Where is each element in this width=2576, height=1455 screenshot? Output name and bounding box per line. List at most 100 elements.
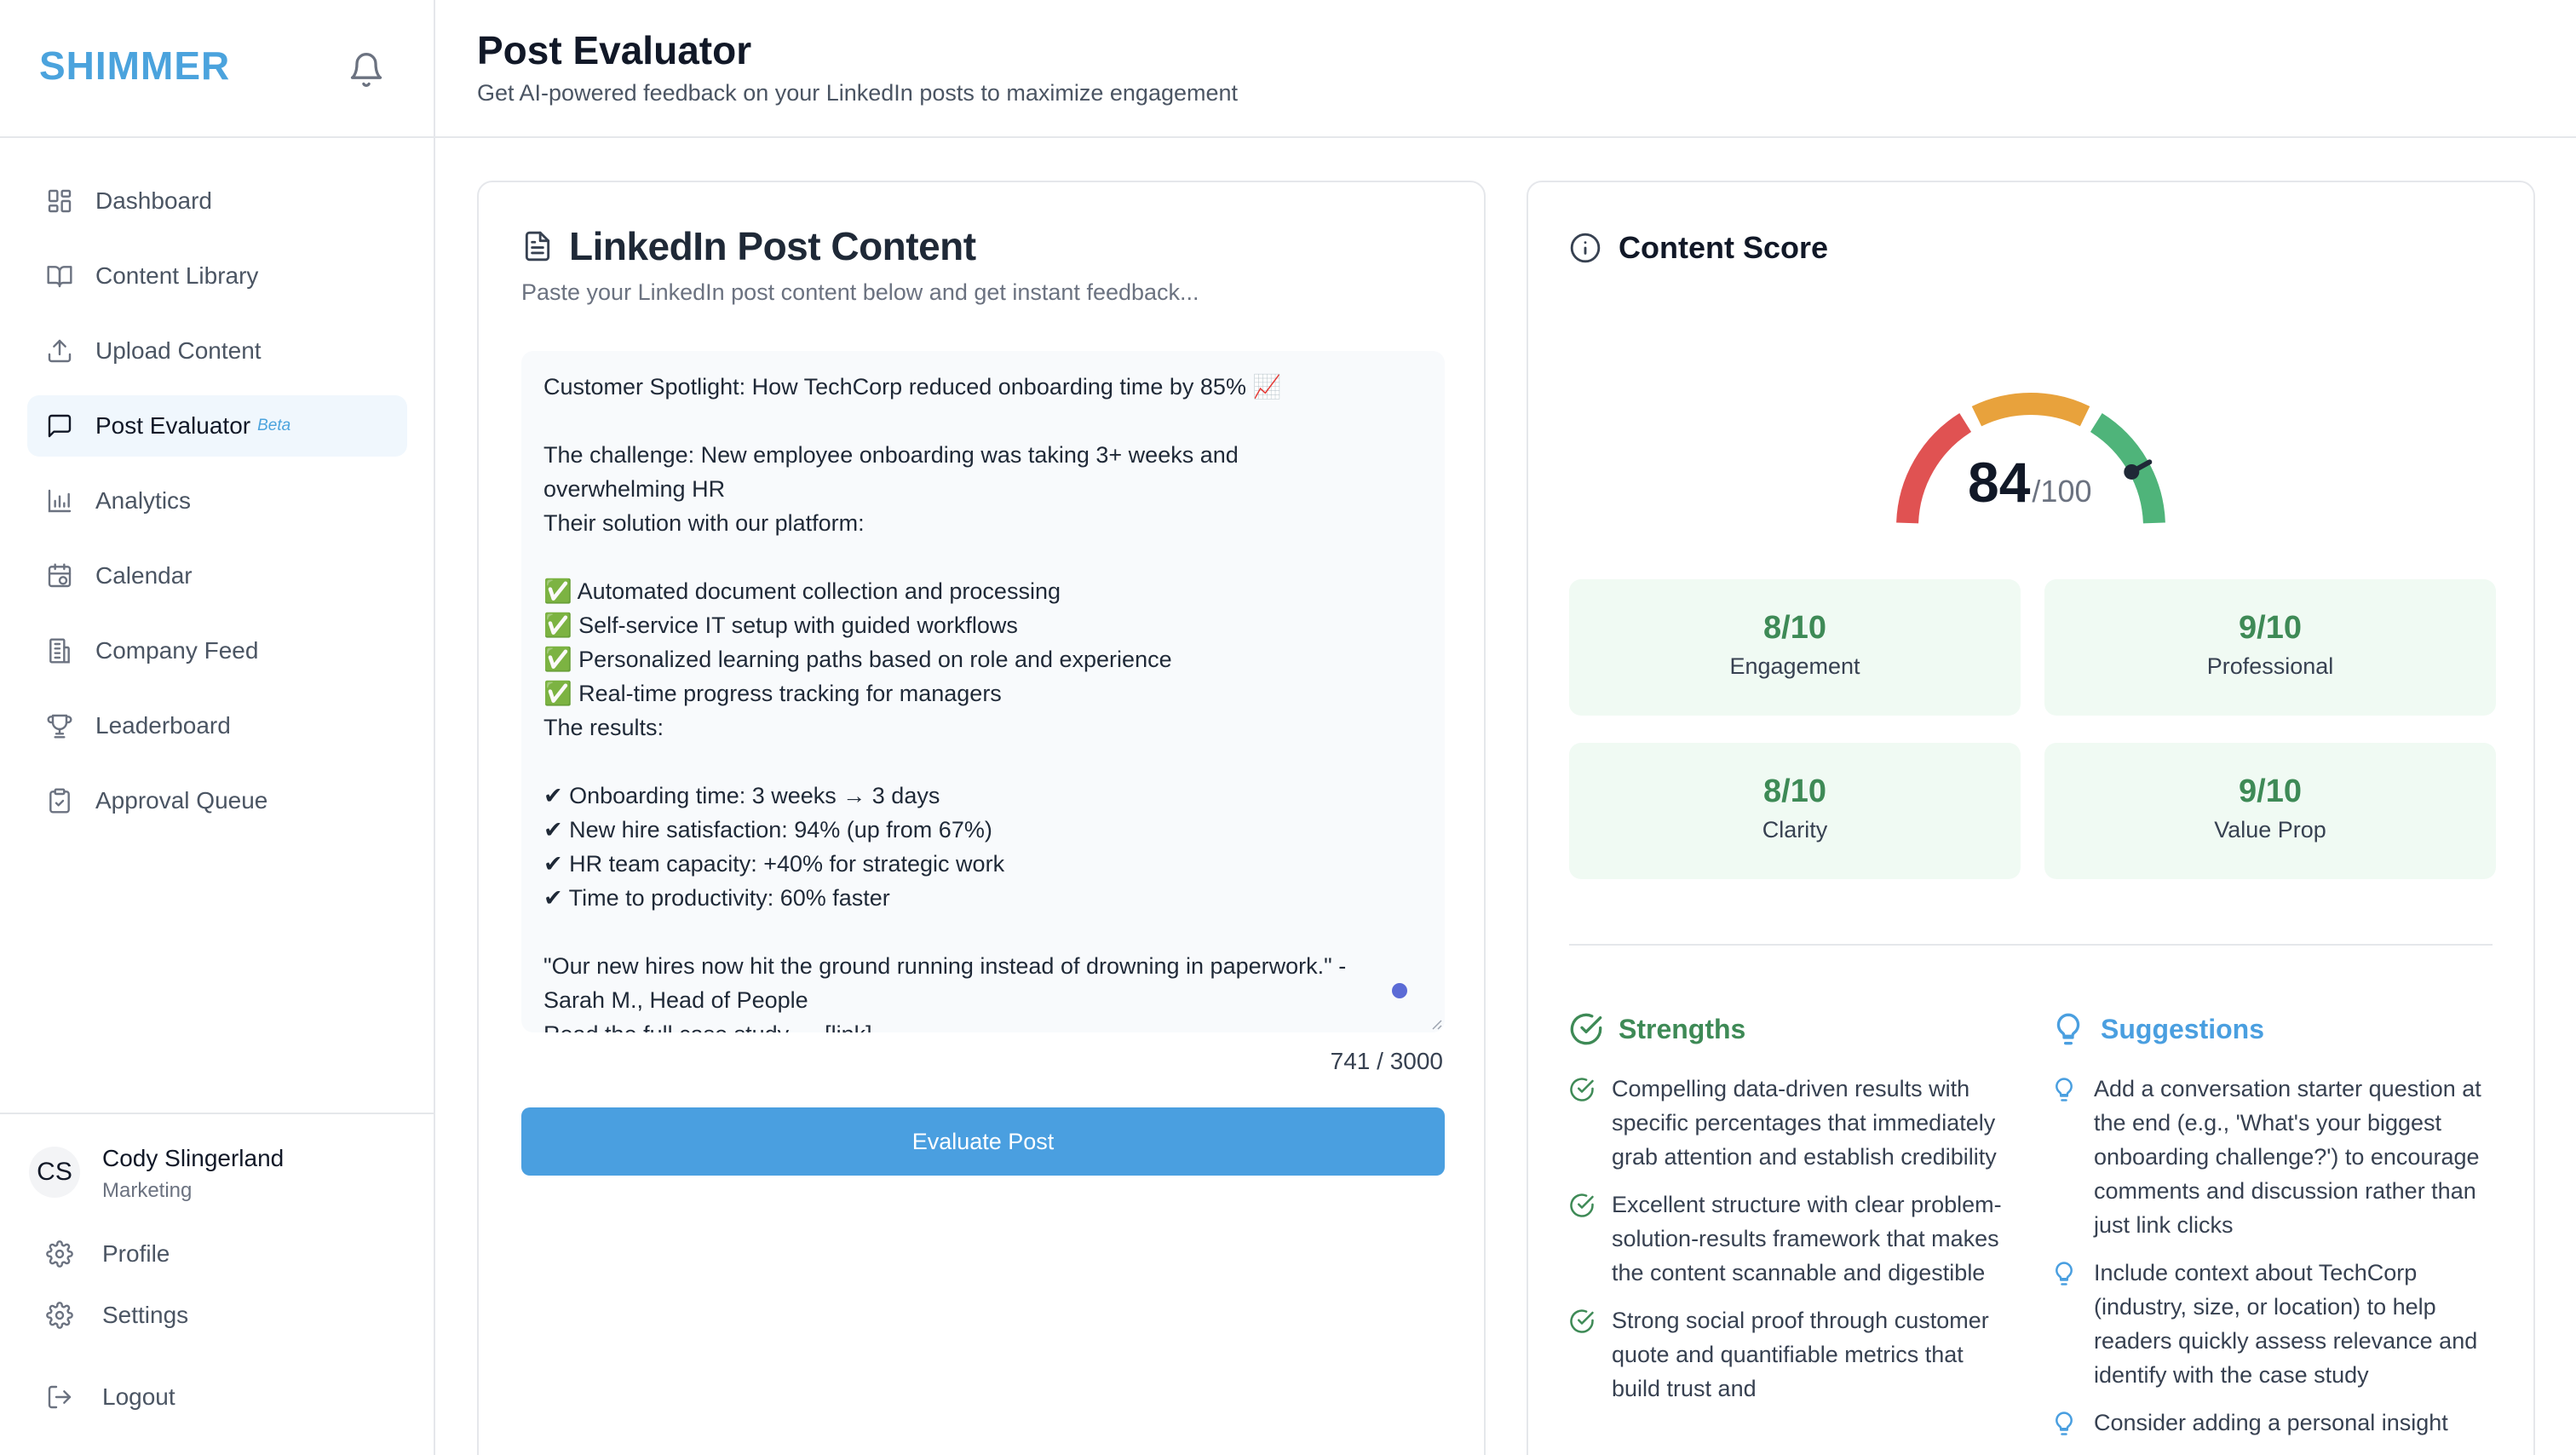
post-text-line: ✅ Real-time progress tracking for manage… <box>543 681 1002 706</box>
sidebar-item-upload-content[interactable]: Upload Content <box>27 320 407 382</box>
list-item-text: Add a conversation starter question at t… <box>2094 1076 2481 1238</box>
post-textarea[interactable]: Customer Spotlight: How TechCorp reduced… <box>521 351 1445 1032</box>
list-item: Excellent structure with clear problem-s… <box>1569 1188 2012 1290</box>
strengths-heading: Strengths <box>1569 1012 1745 1046</box>
post-content-card: LinkedIn Post Content Paste your LinkedI… <box>477 181 1486 1455</box>
avatar[interactable]: CS <box>29 1147 80 1198</box>
content-score-card: Content Score 84 /100 8/10 Engagement 9/… <box>1527 181 2535 1455</box>
lightbulb-icon <box>2056 1262 2073 1285</box>
post-card-title-text: LinkedIn Post Content <box>569 224 976 268</box>
list-item-text: Compelling data-driven results with spec… <box>1612 1076 1997 1170</box>
page-subtitle: Get AI-powered feedback on your LinkedIn… <box>477 80 1239 106</box>
sidebar-item-leaderboard[interactable]: Leaderboard <box>27 695 407 756</box>
page-header: Post Evaluator Get AI-powered feedback o… <box>435 0 2576 138</box>
resize-handle-icon[interactable] <box>1429 1017 1443 1031</box>
metric-professional: 9/10 Professional <box>2044 579 2496 716</box>
calendar-icon <box>48 563 72 588</box>
gear-icon <box>46 1302 73 1329</box>
post-text-line <box>543 540 1423 574</box>
metric-label: Value Prop <box>2214 817 2326 843</box>
post-card-title: LinkedIn Post Content <box>521 223 976 269</box>
check-circle-icon <box>1570 1013 1602 1045</box>
sidebar-item-label: Post Evaluator <box>95 412 251 439</box>
building-icon <box>49 638 70 664</box>
score-max: /100 <box>2032 474 2092 509</box>
metric-value-prop: 9/10 Value Prop <box>2044 743 2496 879</box>
post-text-line: "Our new hires now hit the ground runnin… <box>543 953 1347 979</box>
grammar-assistant-icon[interactable] <box>1392 983 1407 998</box>
sidebar-item-post-evaluator[interactable]: Post Evaluator Beta <box>27 395 407 457</box>
upload-icon <box>48 339 72 363</box>
settings-link[interactable]: Settings <box>46 1302 188 1329</box>
divider <box>1569 944 2493 946</box>
sidebar-item-dashboard[interactable]: Dashboard <box>27 170 407 232</box>
gauge-arc-mid <box>1971 393 2090 427</box>
message-icon <box>48 414 72 438</box>
post-text-line: ✅ Self-service IT setup with guided work… <box>543 612 1018 638</box>
clipboard-icon <box>49 788 70 814</box>
check-circle-icon <box>1570 1078 1594 1101</box>
bell-icon[interactable] <box>348 51 385 89</box>
book-icon <box>47 266 72 288</box>
gear-icon <box>46 1240 73 1268</box>
sidebar-nav: Dashboard Content Library Upload Content… <box>27 170 407 845</box>
user-block: CS Cody Slingerland Marketing Profile Se… <box>0 1113 434 1455</box>
list-item: Include context about TechCorp (industry… <box>2051 1256 2494 1392</box>
post-card-subtitle: Paste your LinkedIn post content below a… <box>521 279 1199 305</box>
lightbulb-icon <box>2056 1412 2073 1435</box>
list-item-text: Excellent structure with clear problem-s… <box>1612 1192 2002 1285</box>
strengths-list: Compelling data-driven results with spec… <box>1569 1072 2012 1419</box>
metric-label: Clarity <box>1762 817 1828 843</box>
list-item: Add a conversation starter question at t… <box>2051 1072 2494 1242</box>
brand-logo[interactable]: SHIMMER <box>39 43 230 89</box>
post-text-line: ✔ Onboarding time: 3 weeks → 3 days <box>543 783 940 808</box>
post-text-line: ✔ New hire satisfaction: 94% (up from 67… <box>543 817 992 843</box>
post-text-line: overwhelming HR <box>543 476 726 502</box>
sidebar-item-analytics[interactable]: Analytics <box>27 470 407 532</box>
list-item: Strong social proof through customer quo… <box>1569 1303 2012 1406</box>
sidebar-item-company-feed[interactable]: Company Feed <box>27 620 407 681</box>
post-text-line: ✔ Time to productivity: 60% faster <box>543 885 890 911</box>
sidebar-item-approval-queue[interactable]: Approval Queue <box>27 770 407 831</box>
post-text-line <box>543 915 1423 949</box>
post-text-line <box>543 404 1423 438</box>
sidebar-item-label: Calendar <box>95 562 193 589</box>
lightbulb-icon <box>2056 1013 2080 1045</box>
post-text-line: The results: <box>543 715 664 740</box>
strengths-title: Strengths <box>1619 1013 1746 1044</box>
sidebar-item-calendar[interactable]: Calendar <box>27 545 407 607</box>
post-text-line: ✅ Personalized learning paths based on r… <box>543 647 1172 672</box>
list-item-text: Strong social proof through customer quo… <box>1612 1308 1989 1401</box>
lightbulb-icon <box>2056 1078 2073 1101</box>
evaluate-post-button[interactable]: Evaluate Post <box>521 1107 1445 1176</box>
page-title: Post Evaluator <box>477 28 752 72</box>
score-number: 84 <box>1968 451 2031 514</box>
list-item-text: Include context about TechCorp (industry… <box>2094 1260 2478 1388</box>
user-role: Marketing <box>102 1179 193 1202</box>
content-score-title-text: Content Score <box>1619 230 1829 265</box>
post-text-line: ✔ HR team capacity: +40% for strategic w… <box>543 851 1005 877</box>
sidebar-item-label: Upload Content <box>95 337 262 364</box>
user-name: Cody Slingerland <box>102 1145 285 1171</box>
sidebar-item-content-library[interactable]: Content Library <box>27 245 407 307</box>
suggestions-list: Add a conversation starter question at t… <box>2051 1072 2494 1453</box>
profile-label: Profile <box>102 1240 170 1267</box>
gauge-needle-dot <box>2124 463 2140 480</box>
sidebar-item-label: Approval Queue <box>95 787 268 814</box>
suggestions-heading: Suggestions <box>2051 1012 2264 1046</box>
metric-clarity: 8/10 Clarity <box>1569 743 2021 879</box>
dashboard-icon <box>48 189 72 213</box>
trophy-icon <box>47 714 72 739</box>
metric-value: 9/10 <box>2239 774 2302 809</box>
beta-badge: Beta <box>257 417 291 434</box>
profile-link[interactable]: Profile <box>46 1240 170 1268</box>
post-text-line <box>543 745 1423 779</box>
logout-link[interactable]: Logout <box>46 1383 175 1411</box>
metric-engagement: 8/10 Engagement <box>1569 579 2021 716</box>
logout-label: Logout <box>102 1383 175 1410</box>
post-text-line: Their solution with our platform: <box>543 510 865 536</box>
settings-label: Settings <box>102 1302 189 1328</box>
post-text-line: The challenge: New employee onboarding w… <box>543 442 1239 468</box>
metric-value: 8/10 <box>1763 774 1826 809</box>
brand-row: SHIMMER <box>0 0 434 138</box>
